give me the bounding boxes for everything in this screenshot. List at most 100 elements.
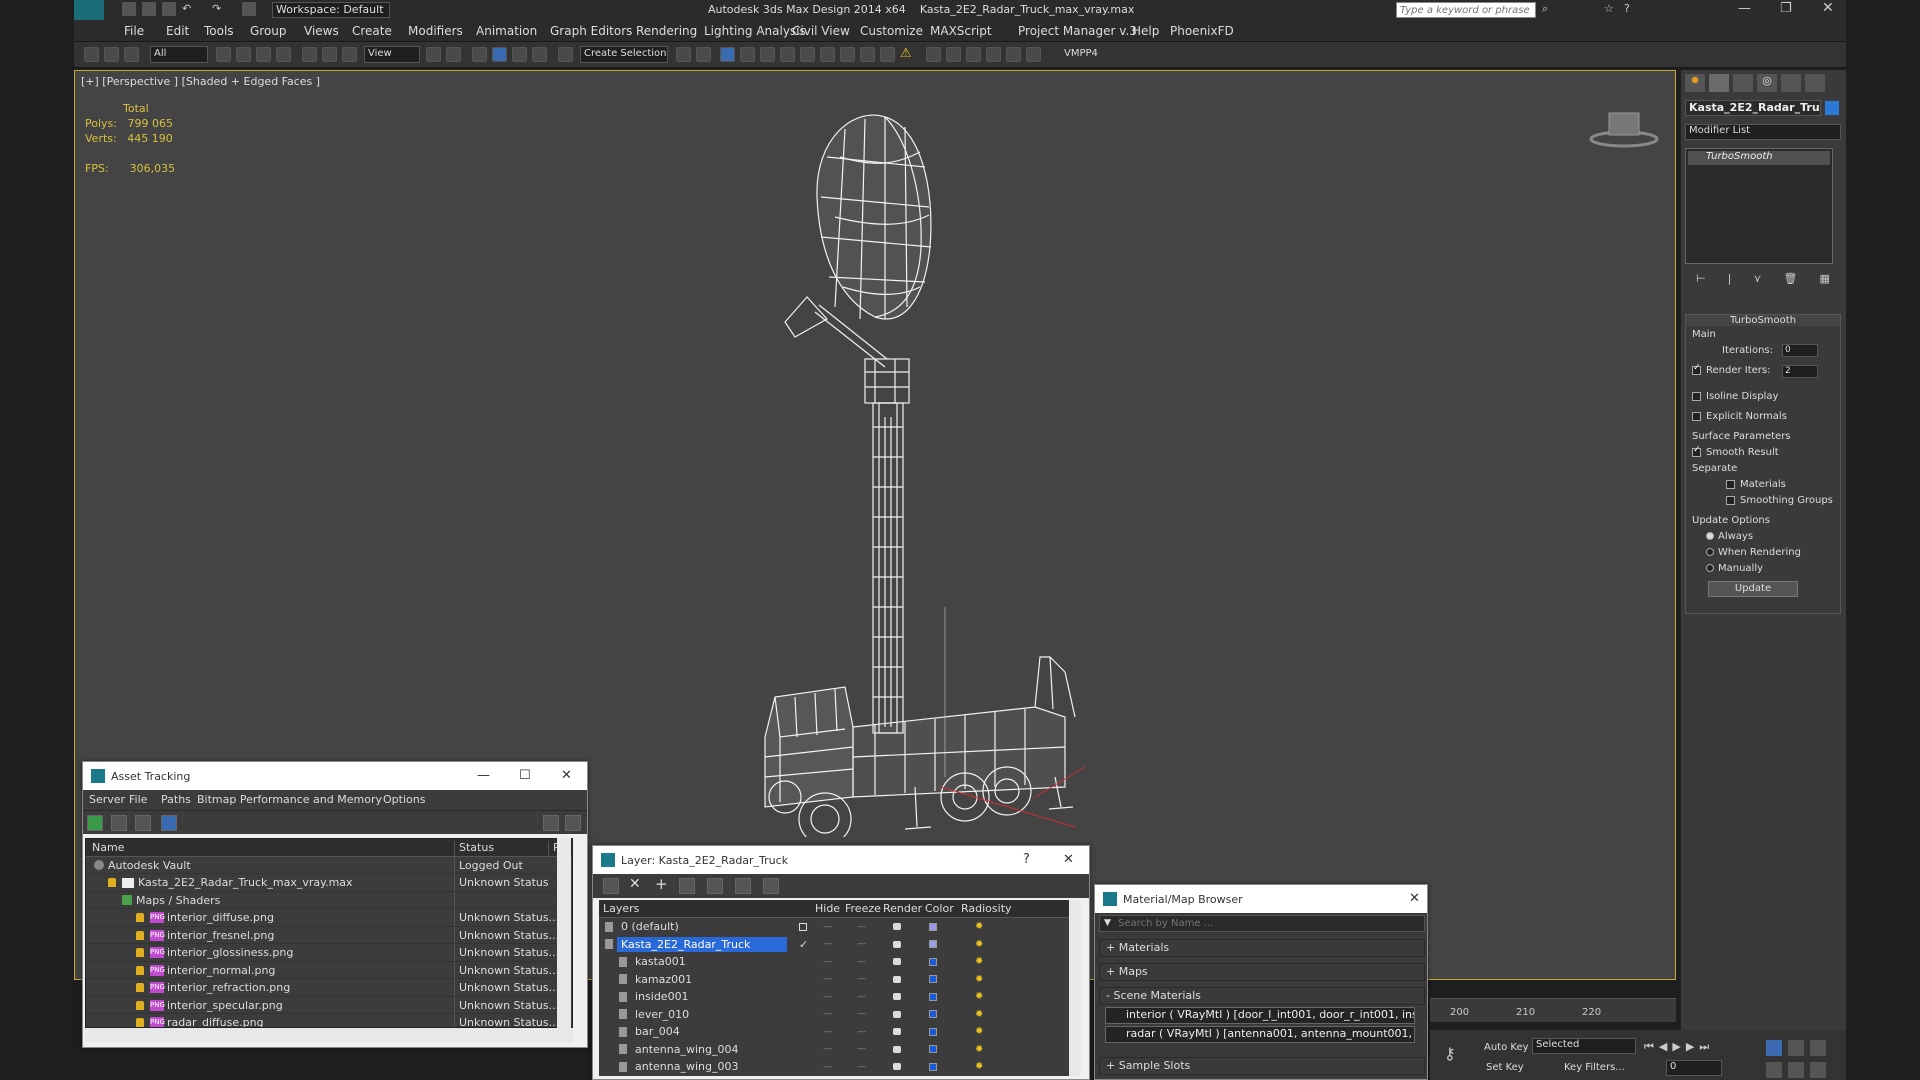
render-teapot-icon[interactable] — [893, 940, 901, 948]
render-iters-checkbox[interactable] — [1692, 363, 1701, 375]
plugin-tool-3-icon[interactable] — [966, 47, 981, 62]
render-teapot-icon[interactable] — [893, 1063, 901, 1070]
hierarchy-tab-icon[interactable] — [1733, 74, 1753, 92]
schematic-view-icon[interactable] — [800, 47, 815, 62]
show-end-result-icon[interactable]: | — [1728, 272, 1732, 290]
menu-phoenixfd[interactable]: PhoenixFD — [1170, 24, 1234, 38]
layer-column-hide[interactable]: Hide — [815, 902, 840, 915]
layer-color-swatch[interactable] — [929, 1062, 937, 1071]
menu-maxscript[interactable]: MAXScript — [930, 24, 992, 38]
vmpp4-button[interactable]: VMPP4 — [1064, 48, 1098, 59]
close-icon[interactable]: ✕ — [561, 768, 572, 783]
viewport-label[interactable]: [+] [Perspective ] [Shaded + Edged Faces… — [81, 75, 320, 88]
iterations-spinner[interactable]: 0 — [1782, 344, 1818, 357]
update-when-rendering-option[interactable]: When Rendering — [1706, 547, 1801, 558]
refresh-icon[interactable] — [87, 815, 103, 831]
layer-row[interactable]: antenna_wing_003 — — ✹ — [599, 1058, 1065, 1075]
asset-tracking-titlebar[interactable]: Asset Tracking — ☐ ✕ — [83, 762, 587, 790]
zoom-extents-icon[interactable] — [1766, 1040, 1782, 1056]
delete-layer-icon[interactable]: ✕ — [629, 876, 641, 892]
freeze-toggle[interactable]: — — [857, 922, 866, 932]
pivot-center-icon[interactable] — [426, 47, 441, 62]
key-filters-button[interactable]: Key Filters... — [1564, 1062, 1625, 1073]
radiosity-icon[interactable]: ✹ — [975, 1009, 983, 1020]
named-selection-set-dropdown[interactable]: Create Selection Se — [580, 46, 668, 63]
rendered-frame-window-icon[interactable] — [860, 47, 875, 62]
set-key-button[interactable]: Set Key — [1486, 1062, 1524, 1073]
graphite-toolset-icon[interactable] — [760, 47, 775, 62]
layer-column-freeze[interactable]: Freeze — [845, 902, 881, 915]
star-tool-icon[interactable] — [1026, 47, 1041, 62]
undo-icon[interactable]: ↶ — [182, 2, 196, 16]
render-teapot-icon[interactable] — [893, 958, 901, 965]
asset-menu-options[interactable]: Options — [383, 793, 425, 806]
maximize-viewport-icon[interactable] — [1810, 1062, 1826, 1078]
render-iters-spinner[interactable]: 2 — [1782, 365, 1818, 378]
asset-menu-server[interactable]: Server — [89, 793, 125, 806]
material-editor-icon[interactable] — [820, 47, 835, 62]
radiosity-icon[interactable]: ✹ — [975, 974, 983, 985]
maps-section[interactable]: + Maps — [1099, 963, 1425, 981]
asset-table-hscrollbar[interactable] — [85, 1028, 573, 1042]
scene-material-radar[interactable]: radar ( VRayMtl ) [antenna001, antenna_m… — [1105, 1026, 1415, 1043]
select-by-name-icon[interactable] — [236, 47, 251, 62]
radiosity-icon[interactable]: ✹ — [975, 1026, 983, 1037]
settings-icon[interactable] — [565, 815, 581, 831]
menu-civil-view[interactable]: Civil View — [792, 24, 850, 38]
freeze-toggle[interactable]: — — [857, 1062, 866, 1072]
playback-controls[interactable]: ⏮◀▶▶⏭ — [1644, 1040, 1714, 1054]
layer-color-swatch[interactable] — [929, 922, 937, 931]
layer-window-titlebar[interactable]: Layer: Kasta_2E2_Radar_Truck ? ✕ — [593, 846, 1089, 874]
close-icon[interactable]: ✕ — [1409, 891, 1420, 906]
key-icon[interactable]: ⚷ — [1444, 1044, 1456, 1063]
link-icon[interactable] — [84, 47, 99, 62]
hide-all-layers-icon[interactable] — [735, 878, 751, 894]
add-to-layer-icon[interactable]: + — [655, 875, 668, 893]
radar-truck-wireframe[interactable] — [735, 97, 1195, 837]
layer-column-render[interactable]: Render — [883, 902, 922, 915]
pan-view-icon[interactable] — [1810, 1040, 1826, 1056]
thumbnail-view-icon[interactable] — [135, 815, 151, 831]
close-icon[interactable]: ✕ — [1063, 852, 1074, 867]
freeze-all-layers-icon[interactable] — [763, 878, 779, 894]
menu-graph-editors[interactable]: Graph Editors — [550, 24, 632, 38]
angle-snap-icon[interactable] — [492, 47, 507, 62]
render-teapot-icon[interactable] — [893, 993, 901, 1000]
layer-color-swatch[interactable] — [929, 1045, 937, 1053]
reference-coordinate-dropdown[interactable]: View — [364, 46, 420, 63]
layer-column-radiosity[interactable]: Radiosity — [961, 902, 1012, 915]
modifier-list-dropdown[interactable]: Modifier List — [1685, 124, 1841, 140]
mirror-icon[interactable] — [676, 47, 691, 62]
stack-item-turbosmooth[interactable]: TurboSmooth — [1688, 151, 1830, 165]
object-color-swatch[interactable] — [1825, 101, 1839, 115]
asset-row[interactable]: PNG interior_fresnel.png Unknown Status... — [86, 926, 559, 944]
search-options-icon[interactable]: ▼ — [1104, 918, 1111, 928]
layer-color-swatch[interactable] — [929, 940, 937, 948]
select-manipulate-icon[interactable] — [446, 47, 461, 62]
layer-row[interactable]: kamaz001 — — ✹ — [599, 971, 1065, 988]
help-search-input[interactable] — [1396, 2, 1536, 18]
layer-row[interactable]: Kasta_2E2_Radar_Truck — — ✹ ✓ — [599, 936, 1065, 953]
auto-key-button[interactable]: Auto Key — [1484, 1042, 1529, 1053]
create-tab-icon[interactable]: ✹ — [1685, 74, 1705, 92]
snaps-toggle-icon[interactable] — [472, 47, 487, 62]
current-layer-checkbox[interactable] — [799, 922, 807, 931]
hide-toggle[interactable]: — — [823, 922, 832, 932]
new-file-icon[interactable] — [122, 2, 136, 16]
freeze-toggle[interactable]: — — [857, 1027, 866, 1037]
render-iters-row[interactable]: Render Iters: — [1692, 363, 1771, 376]
time-ruler[interactable]: 200 210 220 — [1430, 998, 1676, 1022]
asset-row[interactable]: PNG interior_glossiness.png Unknown Status… — [86, 944, 559, 962]
hide-toggle[interactable]: — — [823, 992, 832, 1002]
menu-views[interactable]: Views — [304, 24, 339, 38]
freeze-toggle[interactable]: — — [857, 939, 866, 949]
update-always-option[interactable]: Always — [1706, 531, 1753, 542]
object-name-field[interactable]: Kasta_2E2_Radar_Truck — [1685, 100, 1821, 116]
plugin-tool-4-icon[interactable] — [986, 47, 1001, 62]
material-browser-titlebar[interactable]: Material/Map Browser ✕ — [1095, 885, 1427, 913]
create-layer-icon[interactable] — [603, 878, 619, 894]
scene-explorer-icon[interactable] — [720, 47, 735, 62]
view-cube[interactable] — [1589, 105, 1659, 149]
hide-toggle[interactable]: — — [823, 1062, 832, 1072]
layer-column-color[interactable]: Color — [925, 902, 954, 915]
